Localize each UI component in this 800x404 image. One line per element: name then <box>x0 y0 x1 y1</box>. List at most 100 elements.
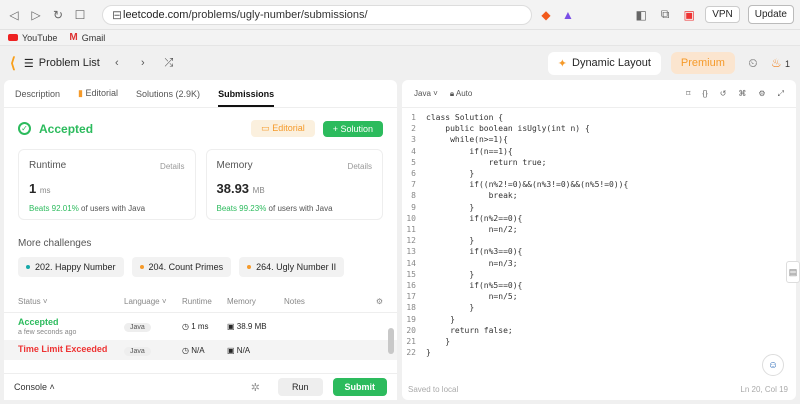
code-line[interactable]: 19 } <box>402 314 796 325</box>
challenge-chip[interactable]: 204. Count Primes <box>131 257 232 277</box>
col-status[interactable]: Status ˅ <box>18 297 124 306</box>
code-line[interactable]: 22} <box>402 347 796 358</box>
table-row[interactable]: Accepted a few seconds ago Java ◷ 1 ms ▣ … <box>4 313 397 340</box>
code-text: } <box>426 169 475 179</box>
bookmark-toggle-icon[interactable]: ⌑ <box>686 89 690 99</box>
row-status[interactable]: Time Limit Exceeded <box>18 344 124 354</box>
premium-button[interactable]: Premium <box>670 52 735 74</box>
reset-icon[interactable]: ↺ <box>720 89 727 99</box>
code-line[interactable]: 1 class Solution { <box>402 112 796 123</box>
editorial-tab-icon: ▮ <box>78 88 83 98</box>
code-line[interactable]: 5 return true; <box>402 157 796 168</box>
bookmark-gmail[interactable]: M Gmail <box>69 32 105 43</box>
code-line[interactable]: 21 } <box>402 336 796 347</box>
code-line[interactable]: 11 n=n/2; <box>402 224 796 235</box>
runtime-details-link[interactable]: Details <box>160 162 184 171</box>
line-number: 7 <box>411 180 416 190</box>
line-number: 18 <box>406 303 416 313</box>
console-toggle[interactable]: Console ˄ <box>14 382 55 392</box>
challenge-chip[interactable]: 264. Ugly Number II <box>239 257 345 277</box>
update-button[interactable]: Update <box>747 5 794 24</box>
language-selector[interactable]: Java ˅ <box>414 89 438 98</box>
code-line[interactable]: 2 public boolean isUgly(int n) { <box>402 123 796 134</box>
code-line[interactable]: 20 return false; <box>402 325 796 336</box>
code-text: } <box>426 202 475 212</box>
problem-list-button[interactable]: ☰ Problem List <box>24 57 100 70</box>
row-lang: Java <box>124 323 151 332</box>
table-scrollbar[interactable] <box>388 328 394 354</box>
address-bar[interactable]: ⊟ leetcode.com/problems/ugly-number/subm… <box>102 4 532 25</box>
code-line[interactable]: 18 } <box>402 302 796 313</box>
result-status: Accepted <box>39 121 94 136</box>
memory-details-link[interactable]: Details <box>348 162 372 171</box>
fullscreen-icon[interactable]: ⤢ <box>778 89 784 99</box>
code-area[interactable]: 1 class Solution {2 public boolean isUgly… <box>402 108 796 358</box>
code-line[interactable]: 12 } <box>402 235 796 246</box>
side-note-icon[interactable]: ▤ <box>786 261 800 283</box>
editor-settings-icon[interactable]: ⚙ <box>758 89 765 99</box>
reload-icon[interactable]: ↻ <box>50 7 66 23</box>
update-label: Update <box>754 9 787 20</box>
code-line[interactable]: 13 if(n%3==0){ <box>402 246 796 257</box>
wallet-icon[interactable]: ▣ <box>681 7 697 23</box>
code-line[interactable]: 7 if((n%2!=0)&&(n%3!=0)&&(n%5!=0)){ <box>402 179 796 190</box>
run-button[interactable]: Run <box>277 378 323 396</box>
table-row[interactable]: Time Limit Exceeded Java ◷ N/A ▣ N/A <box>4 340 397 360</box>
row-status[interactable]: Accepted <box>18 317 124 327</box>
challenge-label: 204. Count Primes <box>148 262 224 272</box>
extensions-icon[interactable]: ⧉ <box>657 7 673 23</box>
code-line[interactable]: 8 break; <box>402 190 796 201</box>
chat-icon[interactable]: ☺ <box>762 354 784 376</box>
shortcut-icon[interactable]: ⌘ <box>738 89 746 99</box>
code-line[interactable]: 9 } <box>402 202 796 213</box>
code-line[interactable]: 4 if(n==1){ <box>402 146 796 157</box>
url-path: /problems/ugly-number/submissions/ <box>188 8 368 21</box>
sparkle-icon: ✦ <box>557 57 567 70</box>
code-line[interactable]: 16 if(n%5==0){ <box>402 280 796 291</box>
submit-button[interactable]: Submit <box>332 378 387 396</box>
timer-icon[interactable]: ⏲ <box>745 55 761 71</box>
runtime-value: 1 ms <box>29 181 185 196</box>
row-memory-cell: ▣ 38.9 MB <box>227 322 284 331</box>
result-header: ✓ Accepted ▭ Editorial + Solution <box>4 108 397 143</box>
col-language[interactable]: Language ˅ <box>124 297 182 306</box>
challenge-chip[interactable]: 202. Happy Number <box>18 257 124 277</box>
streak-fire-icon[interactable]: ♨ 1 <box>771 56 790 70</box>
code-line[interactable]: 3 while(n>=1){ <box>402 134 796 145</box>
dynamic-layout-button[interactable]: ✦ Dynamic Layout <box>547 51 661 75</box>
code-line[interactable]: 14 n=n/3; <box>402 258 796 269</box>
code-text: if(n%5==0){ <box>426 281 523 291</box>
editorial-button[interactable]: ▭ Editorial <box>251 120 315 137</box>
debug-icon[interactable]: ✲ <box>251 381 260 394</box>
leetcode-logo-icon[interactable]: ⟨ <box>10 54 16 72</box>
tab-solutions[interactable]: Solutions (2.9K) <box>136 89 200 99</box>
tab-description[interactable]: Description <box>15 89 60 99</box>
code-line[interactable]: 6 } <box>402 168 796 179</box>
runtime-card[interactable]: Runtime Details 1 ms Beats 92.01% of use… <box>18 149 196 220</box>
site-info-icon[interactable]: ⊟ <box>111 7 123 23</box>
bookmark-icon[interactable]: ☐ <box>72 7 88 23</box>
vpn-label: VPN <box>712 9 733 20</box>
back-icon[interactable]: ◁ <box>6 7 22 23</box>
tab-submissions[interactable]: Submissions <box>218 89 275 107</box>
vpn-button[interactable]: VPN <box>705 6 740 23</box>
forward-icon[interactable]: ▷ <box>28 7 44 23</box>
memory-card[interactable]: Memory Details 38.93 MB Beats 99.23% of … <box>205 149 383 220</box>
solution-button[interactable]: + Solution <box>322 120 383 137</box>
bookmark-youtube[interactable]: YouTube <box>8 33 57 43</box>
code-line[interactable]: 10 if(n%2==0){ <box>402 213 796 224</box>
auto-mode[interactable]: 🔒︎ Auto <box>450 89 473 99</box>
brave-shield-icon[interactable]: ◆ <box>538 7 554 23</box>
sidebar-icon[interactable]: ◧ <box>633 7 649 23</box>
next-problem-icon[interactable]: › <box>134 54 152 72</box>
tab-editorial[interactable]: ▮ Editorial <box>78 88 118 99</box>
settings-gear-icon[interactable]: ⚙ <box>376 297 383 306</box>
code-line[interactable]: 15 } <box>402 269 796 280</box>
col-language-label: Language <box>124 297 160 306</box>
format-braces-icon[interactable]: {} <box>702 89 707 99</box>
brave-rewards-icon[interactable]: ▲ <box>560 7 576 23</box>
code-line[interactable]: 17 n=n/5; <box>402 291 796 302</box>
col-status-label: Status <box>18 297 41 306</box>
prev-problem-icon[interactable]: ‹ <box>108 54 126 72</box>
shuffle-icon[interactable]: ⤮ <box>160 54 178 72</box>
